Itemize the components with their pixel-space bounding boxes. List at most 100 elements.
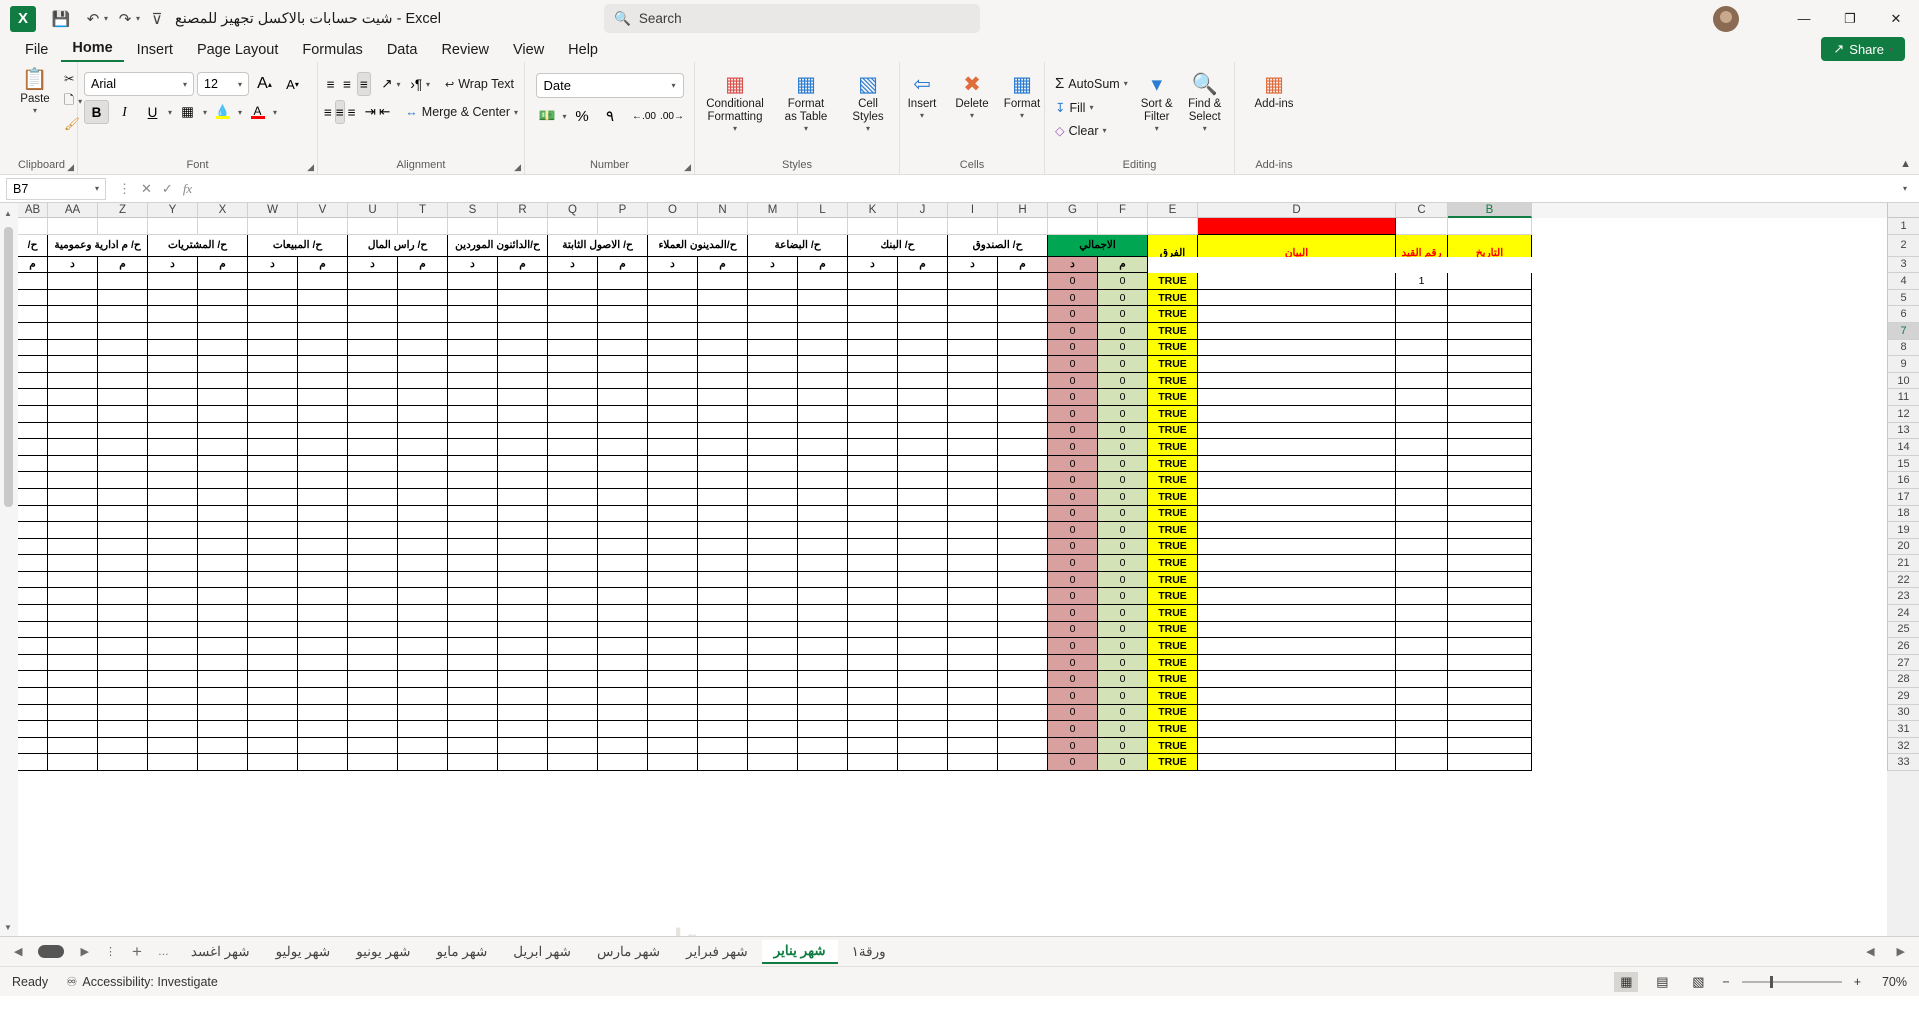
grid-cell[interactable] bbox=[498, 654, 548, 672]
subheader-debit[interactable]: د bbox=[348, 256, 398, 274]
grid-cell[interactable] bbox=[848, 356, 898, 373]
cell-total-debit[interactable]: 0 bbox=[1048, 638, 1098, 655]
grid-cell[interactable] bbox=[298, 555, 348, 572]
grid-cell[interactable] bbox=[548, 737, 598, 755]
grid-cell[interactable] bbox=[948, 218, 998, 235]
grid-cell[interactable] bbox=[698, 671, 748, 689]
grid-cell[interactable] bbox=[648, 218, 698, 235]
grid-cell[interactable] bbox=[98, 439, 148, 456]
cell-entry-no[interactable] bbox=[1396, 721, 1448, 738]
grid-cell[interactable] bbox=[48, 306, 98, 323]
grid-cell[interactable] bbox=[248, 654, 298, 672]
row-header-19[interactable]: 19 bbox=[1887, 522, 1919, 539]
grid-cell[interactable] bbox=[598, 588, 648, 606]
grid-cell[interactable] bbox=[798, 621, 848, 639]
tabs-scroll-right-icon[interactable]: ▶ bbox=[1891, 945, 1911, 958]
cell-total-debit[interactable]: 0 bbox=[1048, 356, 1098, 373]
grid-cell[interactable] bbox=[998, 422, 1048, 440]
cell-entry-no[interactable] bbox=[1396, 688, 1448, 705]
grid-cell[interactable] bbox=[448, 273, 498, 290]
cell-total-debit[interactable]: 0 bbox=[1048, 605, 1098, 622]
fill-color-chevron-down-icon[interactable]: ▾ bbox=[238, 108, 242, 117]
grid-cell[interactable] bbox=[48, 605, 98, 622]
grid-cell[interactable] bbox=[18, 605, 48, 622]
cell-total-debit[interactable]: 0 bbox=[1048, 721, 1098, 738]
grid-cell[interactable] bbox=[1448, 472, 1532, 489]
grid-cell[interactable] bbox=[198, 721, 248, 738]
tab-file[interactable]: File bbox=[14, 40, 59, 62]
grid-cell[interactable] bbox=[198, 555, 248, 572]
grid-cell[interactable] bbox=[398, 654, 448, 672]
grid-cell[interactable] bbox=[898, 322, 948, 340]
delete-cells-button[interactable]: ✖ Delete ▾ bbox=[949, 71, 995, 123]
cell-difference[interactable]: TRUE bbox=[1148, 737, 1198, 755]
row-header-12[interactable]: 12 bbox=[1887, 405, 1919, 423]
decrease-font-size-button[interactable]: A ▾ bbox=[280, 72, 305, 96]
grid-cell[interactable] bbox=[748, 306, 798, 323]
grid-cell[interactable] bbox=[748, 405, 798, 423]
grid-cell[interactable] bbox=[298, 405, 348, 423]
grid-cell[interactable] bbox=[48, 571, 98, 589]
cell-entry-no[interactable] bbox=[1396, 306, 1448, 323]
formula-input[interactable] bbox=[204, 178, 1897, 200]
grid-cell[interactable] bbox=[248, 306, 298, 323]
increase-indent-button[interactable]: ⇤ bbox=[379, 100, 390, 124]
grid-cell[interactable] bbox=[18, 472, 48, 489]
grid-cell[interactable] bbox=[1198, 654, 1396, 672]
grid-cell[interactable] bbox=[148, 571, 198, 589]
tab-home[interactable]: Home bbox=[61, 38, 124, 62]
grid-cell[interactable] bbox=[198, 704, 248, 722]
grid-cell[interactable] bbox=[498, 218, 548, 235]
grid-cell[interactable] bbox=[798, 273, 848, 290]
grid-cell[interactable] bbox=[48, 588, 98, 606]
grid-cell[interactable] bbox=[1198, 522, 1396, 539]
cell-entry-no[interactable] bbox=[1396, 488, 1448, 506]
font-dialog-launcher-icon[interactable]: ◢ bbox=[307, 162, 314, 173]
grid-cell[interactable] bbox=[198, 538, 248, 556]
column-header-U[interactable]: U bbox=[348, 203, 398, 218]
grid-cell[interactable] bbox=[798, 654, 848, 672]
sheet-tab-7[interactable]: شهر يناير bbox=[761, 939, 838, 964]
grid-cell[interactable] bbox=[548, 555, 598, 572]
grid-cell[interactable] bbox=[548, 588, 598, 606]
grid-cell[interactable] bbox=[198, 671, 248, 689]
cell-total-debit[interactable]: 0 bbox=[1048, 688, 1098, 705]
grid-cell[interactable] bbox=[1198, 555, 1396, 572]
clear-chevron-down-icon[interactable]: ▾ bbox=[1103, 126, 1107, 135]
grid-cell[interactable] bbox=[398, 339, 448, 357]
grid-cell[interactable] bbox=[98, 389, 148, 406]
grid-cell[interactable] bbox=[198, 322, 248, 340]
cell-entry-no[interactable] bbox=[1396, 339, 1448, 357]
cell-total-debit[interactable]: 0 bbox=[1048, 754, 1098, 771]
expand-formula-bar-icon[interactable]: ▾ bbox=[1903, 184, 1913, 193]
subheader-debit[interactable]: د bbox=[748, 256, 798, 274]
grid-cell[interactable] bbox=[1198, 455, 1396, 473]
grid-cell[interactable] bbox=[798, 538, 848, 556]
format-chevron-down-icon[interactable]: ▾ bbox=[1020, 111, 1024, 120]
grid-cell[interactable] bbox=[48, 405, 98, 423]
grid-cell[interactable] bbox=[698, 588, 748, 606]
subheader-credit[interactable]: م bbox=[198, 256, 248, 274]
spacer-cell[interactable] bbox=[1448, 256, 1532, 274]
grid-cell[interactable] bbox=[248, 522, 298, 539]
grid-cell[interactable] bbox=[948, 289, 998, 307]
grid-cell[interactable] bbox=[748, 555, 798, 572]
cell-difference[interactable]: TRUE bbox=[1148, 671, 1198, 689]
cell-difference[interactable]: TRUE bbox=[1148, 505, 1198, 523]
column-header-AA[interactable]: AA bbox=[48, 203, 98, 218]
grid-cell[interactable] bbox=[398, 737, 448, 755]
grid-cell[interactable] bbox=[348, 737, 398, 755]
number-format-chevron-down-icon[interactable]: ▾ bbox=[671, 81, 675, 90]
grid-cell[interactable] bbox=[998, 505, 1048, 523]
grid-cell[interactable] bbox=[498, 704, 548, 722]
grid-cell[interactable] bbox=[948, 688, 998, 705]
grid-cell[interactable] bbox=[798, 605, 848, 622]
cell-total-credit[interactable]: 0 bbox=[1098, 621, 1148, 639]
grid-cell[interactable] bbox=[198, 439, 248, 456]
grid-cell[interactable] bbox=[598, 671, 648, 689]
merge-center-chevron-down-icon[interactable]: ▾ bbox=[514, 108, 518, 117]
table-row[interactable]: 0 0 TRUE bbox=[18, 737, 1887, 755]
grid-cell[interactable] bbox=[398, 522, 448, 539]
grid-cell[interactable] bbox=[298, 754, 348, 771]
grid-cell[interactable] bbox=[798, 571, 848, 589]
